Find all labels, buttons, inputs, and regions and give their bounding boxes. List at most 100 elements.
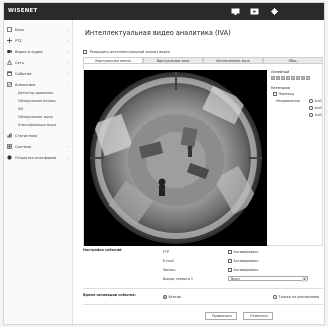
direction-option-2[interactable]: A⇐B — [309, 106, 323, 110]
line-number-3[interactable]: 3 — [281, 76, 285, 80]
tab-excluded-area[interactable]: Исключенная зона — [203, 57, 263, 63]
tab-virtual-line[interactable]: Виртуальная линия — [83, 57, 143, 63]
enable-iva-checkbox[interactable] — [83, 50, 87, 54]
tab-common[interactable]: Общ. — [263, 57, 323, 63]
record-activate[interactable]: Активировать — [228, 268, 259, 272]
direction-radio[interactable] — [309, 99, 313, 103]
sidebar-subitem-iva[interactable]: IVA — [18, 105, 70, 112]
ptz-icon — [7, 38, 12, 43]
activation-schedule[interactable]: Только по расписанию — [273, 295, 319, 299]
sidebar-item-open-platform[interactable]: Открытая платформа › — [7, 154, 71, 161]
chevron-right-icon: › — [67, 133, 69, 138]
enable-iva-label: Разрешить интеллектуальный анализ видео — [89, 50, 170, 54]
chevron-right-icon: › — [67, 38, 69, 43]
line-number-6[interactable]: 6 — [296, 76, 300, 80]
line-number-5[interactable]: 5 — [291, 76, 295, 80]
tab-panel: Линейный 1 2 3 4 5 6 7 8 Категория Перех… — [83, 64, 323, 246]
line-number-selector: 1 2 3 4 5 6 7 8 — [271, 76, 323, 80]
sidebar-item-label: Видео и аудио — [15, 49, 43, 54]
always-radio[interactable] — [163, 295, 167, 299]
open-platform-icon — [7, 155, 12, 160]
cross-checkbox[interactable] — [273, 92, 277, 96]
fisheye-video-view[interactable] — [84, 70, 267, 246]
category-label: Категория — [271, 86, 290, 90]
chevron-down-icon: ▾ — [302, 277, 307, 282]
direction-group: Направление A⇒B A⇐B A⇔B — [271, 99, 323, 121]
sidebar-subitem-tampering-detection[interactable]: Обнаружение взлома — [18, 97, 70, 104]
ftp-checkbox[interactable] — [228, 250, 232, 254]
tab-virtual-area[interactable]: Виртуальная зона — [143, 57, 203, 63]
statistics-icon — [7, 133, 12, 138]
alarm-output-select[interactable]: Выкл ▾ — [228, 276, 308, 282]
video-audio-icon — [7, 49, 12, 54]
chevron-right-icon: › — [67, 144, 69, 149]
main-content: Интеллектуальная видео аналитика (IVA) Р… — [73, 20, 324, 324]
chevron-right-icon: › — [67, 60, 69, 65]
sidebar-item-video-audio[interactable]: Видео и аудио › — [7, 48, 71, 55]
sidebar-item-system[interactable]: Система › — [7, 143, 71, 150]
line-options: Линейный 1 2 3 4 5 6 7 8 Категория Перех… — [271, 70, 323, 121]
email-activate-label: Активировать — [233, 259, 259, 263]
line-number-1[interactable]: 1 — [271, 76, 275, 80]
record-checkbox[interactable] — [228, 268, 232, 272]
record-label: Запись — [163, 268, 176, 272]
sidebar-item-label: Базо — [15, 27, 24, 32]
sidebar-item-label: Открытая платформа — [15, 155, 57, 160]
alarm-output-value: Выкл — [231, 277, 240, 281]
line-number-8[interactable]: 8 — [306, 76, 310, 80]
line-number-2[interactable]: 2 — [276, 76, 280, 80]
monitor-icon[interactable] — [231, 8, 240, 15]
cross-row: Переход — [273, 92, 323, 96]
chevron-right-icon: › — [67, 49, 69, 54]
sidebar-item-ptz[interactable]: PTZ › — [7, 37, 71, 44]
analytics-icon — [7, 82, 12, 87]
schedule-radio[interactable] — [273, 295, 277, 299]
sidebar-item-label: Система — [15, 144, 32, 149]
sidebar: Базо › PTZ › Видео и аудио › Сеть › Собы… — [4, 20, 73, 324]
direction-option-3[interactable]: A⇔B — [309, 113, 323, 117]
activation-always[interactable]: Всегда — [163, 295, 181, 299]
activation-time-label: Время активации события: — [83, 293, 136, 297]
wisenet-logo: WISENET — [8, 8, 38, 14]
sidebar-item-statistics[interactable]: Статистика › — [7, 132, 71, 139]
iva-tabs: Виртуальная линия Виртуальная зона Исклю… — [83, 57, 323, 64]
sidebar-subitem-audio-detection[interactable]: Обнаружение звука — [18, 113, 70, 120]
event-settings-label: Настройка событий — [83, 248, 122, 252]
event-icon — [7, 71, 12, 76]
direction-text: A⇐B — [314, 106, 322, 110]
line-number-4[interactable]: 4 — [286, 76, 290, 80]
sidebar-item-label: Сеть — [15, 60, 24, 65]
direction-option-1[interactable]: A⇒B — [309, 99, 323, 103]
email-activate[interactable]: Активировать — [228, 259, 259, 263]
sidebar-item-network[interactable]: Сеть › — [7, 59, 71, 66]
top-bar: WISENET — [4, 3, 324, 20]
chevron-right-icon: › — [67, 71, 69, 76]
sidebar-item-basic[interactable]: Базо › — [7, 26, 71, 33]
always-label: Всегда — [168, 295, 181, 299]
apply-button[interactable]: Применить — [205, 312, 237, 320]
page-title: Интеллектуальная видео аналитика (IVA) — [85, 29, 231, 37]
email-checkbox[interactable] — [228, 259, 232, 263]
direction-radio[interactable] — [309, 106, 313, 110]
sidebar-subitem-motion-detection[interactable]: Детектор движения — [18, 89, 70, 96]
network-icon — [7, 59, 12, 65]
divider — [83, 288, 323, 289]
ftp-activate[interactable]: Активировать — [228, 250, 259, 254]
settings-gear-icon[interactable] — [270, 8, 279, 15]
cancel-button[interactable]: Отменить — [243, 312, 273, 320]
record-activate-label: Активировать — [233, 268, 259, 272]
schedule-label: Только по расписанию — [278, 295, 320, 299]
sidebar-item-label: PTZ — [15, 38, 22, 43]
sidebar-item-analytics[interactable]: Аналитика ˅ — [7, 81, 71, 88]
system-icon — [7, 144, 12, 149]
alarm-output-label: Выход тревоги 1 — [163, 277, 194, 281]
direction-text: A⇒B — [314, 99, 322, 103]
cross-label: Переход — [278, 92, 294, 96]
sidebar-item-event[interactable]: Событие › — [7, 70, 71, 77]
sidebar-item-label: Статистика — [15, 133, 38, 138]
sidebar-subitem-sound-classification[interactable]: Классификация звука — [18, 121, 70, 128]
playback-icon[interactable] — [250, 8, 259, 15]
direction-radio[interactable] — [309, 113, 313, 117]
line-number-7[interactable]: 7 — [301, 76, 305, 80]
ftp-label: FTP — [163, 250, 170, 254]
